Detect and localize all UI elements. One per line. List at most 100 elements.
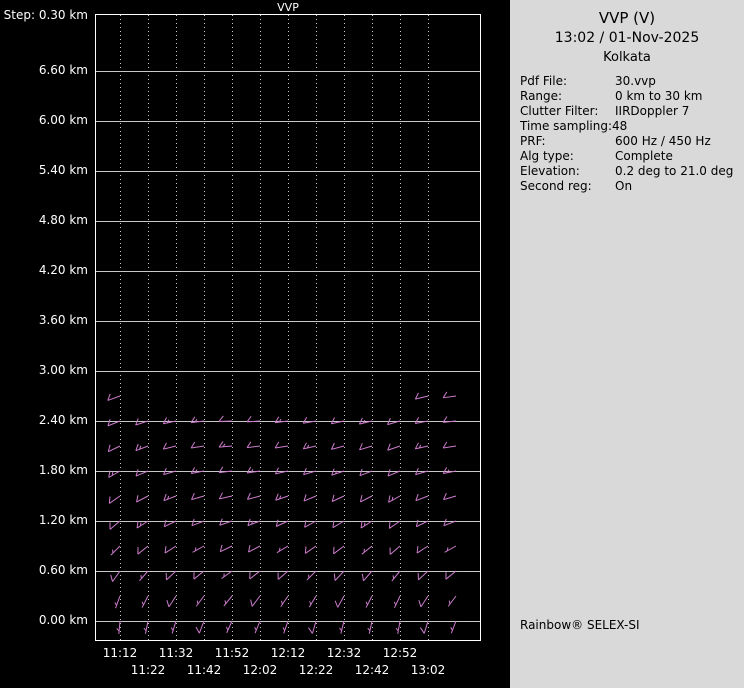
wind-barb	[254, 620, 261, 634]
wind-barb	[367, 620, 373, 634]
wind-barb	[359, 494, 373, 503]
wind-barb	[164, 545, 177, 554]
site-name: Kolkata	[603, 50, 651, 65]
wind-barb	[418, 595, 429, 608]
wind-barb	[277, 570, 289, 580]
x-axis-label: 11:52	[214, 646, 250, 660]
wind-barb	[339, 620, 345, 634]
wind-barb	[303, 494, 317, 502]
wind-barb-chart	[95, 14, 481, 641]
y-axis-label: 3.60 km	[38, 313, 88, 327]
wind-barb	[223, 595, 233, 607]
wind-barb	[360, 520, 373, 529]
y-axis-label: 4.80 km	[38, 213, 88, 227]
wind-barb	[114, 595, 121, 609]
wind-barb	[109, 520, 121, 530]
x-axis-label: 11:42	[186, 663, 222, 677]
wind-barb	[395, 620, 401, 634]
info-value: 30.vvp	[615, 74, 656, 88]
info-value: Complete	[615, 149, 673, 163]
wind-barb	[218, 415, 233, 422]
wind-barb	[276, 545, 289, 554]
info-row: Pdf File: 30.vvp	[510, 74, 744, 89]
wind-barb	[170, 620, 177, 634]
wind-barb	[365, 595, 373, 608]
wind-barb	[334, 595, 345, 608]
info-row: PRF: 600 Hz / 450 Hz	[510, 134, 744, 149]
wind-barb	[442, 467, 457, 474]
wind-barb	[219, 544, 233, 553]
y-axis-label: 0.60 km	[38, 563, 88, 577]
wind-barb	[416, 545, 429, 554]
wind-barb	[443, 492, 457, 501]
info-label: Pdf File:	[520, 74, 568, 88]
wind-barb	[282, 620, 289, 634]
wind-barb	[330, 417, 345, 425]
wind-barb	[393, 595, 401, 608]
wind-barb	[137, 545, 149, 555]
x-axis-label: 12:12	[270, 646, 306, 660]
wind-barb	[442, 441, 457, 449]
info-label: Time sampling:	[520, 119, 613, 133]
info-value: IIRDoppler 7	[615, 104, 690, 118]
info-row: Alg type: Complete	[510, 149, 744, 164]
wind-barb	[415, 493, 429, 502]
product-datetime: 13:02 / 01-Nov-2025	[554, 30, 700, 46]
y-axis-label: 2.40 km	[38, 413, 88, 427]
wind-barb	[442, 391, 457, 399]
x-axis-label: 12:42	[354, 663, 390, 677]
wind-barb	[110, 545, 121, 556]
info-label: Range:	[520, 89, 563, 103]
wind-barb	[108, 495, 121, 504]
wind-barb	[361, 545, 373, 555]
y-axis-label: 3.00 km	[38, 363, 88, 377]
y-axis-label: 4.20 km	[38, 263, 88, 277]
x-axis-label: 12:52	[382, 646, 418, 660]
wind-barb	[249, 570, 261, 580]
wind-barb	[107, 444, 121, 453]
wind-barb	[136, 495, 149, 503]
wind-barb	[414, 417, 429, 424]
wind-barb	[274, 467, 289, 475]
wind-barb	[308, 595, 317, 608]
info-value: 48	[612, 119, 628, 133]
vvp-plot-area: VVP Step: 0.30 km 6.60 km 6.00 km 5.40 km 4…	[0, 0, 510, 688]
wind-barb	[190, 467, 205, 474]
wind-barb	[165, 570, 177, 581]
info-label: PRF:	[520, 134, 546, 148]
wind-barb	[218, 492, 233, 500]
wind-barb	[414, 442, 429, 450]
wind-barb	[191, 518, 205, 527]
wind-barb	[107, 419, 121, 427]
info-value: 600 Hz / 450 Hz	[615, 134, 711, 148]
y-axis-label: 1.20 km	[38, 513, 88, 527]
wind-barb	[445, 570, 457, 580]
wind-barb	[166, 595, 177, 608]
product-parameters: Pdf File: 30.vvp Range: 0 km to 30 km Clutte…	[510, 74, 744, 194]
wind-barb	[302, 416, 317, 424]
wind-barb	[143, 620, 149, 634]
wind-barb	[192, 545, 205, 553]
y-axis-label: 0.00 km	[38, 613, 88, 627]
wind-barb	[190, 441, 205, 449]
wind-barb	[163, 519, 177, 528]
wind-barb	[302, 442, 317, 450]
info-row: Range: 0 km to 30 km	[510, 89, 744, 104]
wind-barb	[135, 443, 149, 452]
wind-barb	[414, 392, 429, 400]
wind-barb	[447, 595, 457, 607]
info-row: Second reg: On	[510, 179, 744, 194]
product-info-panel: VVP (V) 13:02 / 01-Nov-2025 Kolkata Pdf …	[510, 0, 744, 688]
wind-barb	[225, 620, 233, 634]
wind-barb	[443, 518, 457, 527]
wind-barb	[333, 545, 345, 555]
wind-barb	[195, 595, 205, 607]
info-label: Alg type:	[520, 149, 574, 163]
info-label: Second reg:	[520, 179, 592, 193]
wind-barb	[221, 570, 233, 580]
y-axis-label: 5.40 km	[38, 163, 88, 177]
wind-barb	[246, 441, 261, 449]
wind-barb	[107, 393, 121, 401]
wind-barb	[388, 520, 401, 529]
product-title: VVP (V)	[598, 9, 656, 27]
